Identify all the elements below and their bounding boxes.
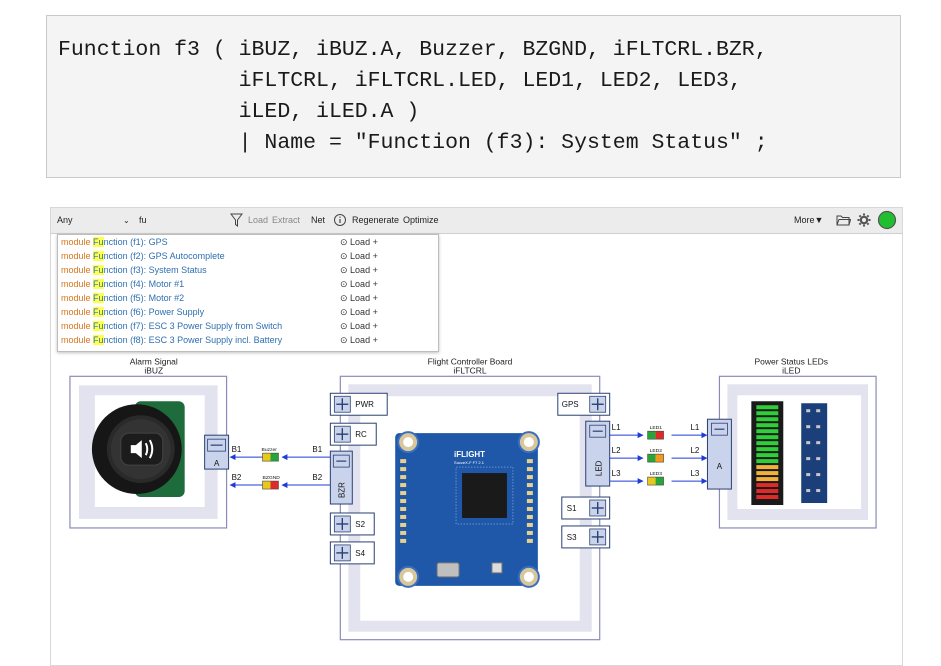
folder-icon[interactable] (836, 213, 851, 227)
load-plus-link[interactable]: ⊙ Load + (340, 237, 378, 248)
regenerate-button[interactable]: Regenerate (352, 215, 399, 225)
wire-led2[interactable]: L2 L2 LED2 (609, 446, 708, 463)
module-flight-controller[interactable]: Flight Controller Board iFLTCRL iFLIGHT … (329, 356, 611, 641)
load-button[interactable]: Load (248, 215, 268, 225)
port-label: A (717, 462, 723, 471)
wire-bzgnd[interactable]: B2 B2 BZGND (229, 473, 331, 490)
port-bzr[interactable]: BZR (329, 450, 353, 505)
status-indicator-icon[interactable] (877, 210, 897, 230)
module-id: iLED (782, 365, 800, 375)
gear-icon[interactable] (857, 213, 871, 227)
diagram-canvas[interactable]: Alarm Signal iBUZ A Flight Controller Bo… (51, 353, 902, 666)
optimize-button[interactable]: Optimize (403, 215, 439, 225)
svg-text:BZR: BZR (337, 482, 346, 498)
module-id: iFLTCRL (453, 365, 487, 375)
port-gps[interactable]: GPS (557, 392, 611, 416)
port-s2[interactable]: S2 (329, 512, 375, 536)
svg-text:iFLIGHT: iFLIGHT (454, 450, 485, 459)
svg-text:S1: S1 (567, 504, 577, 513)
wire-buzzer[interactable]: B1 B1 Buzzer (229, 445, 331, 462)
svg-text:B1: B1 (312, 445, 322, 454)
svg-text:B2: B2 (232, 473, 242, 482)
fc-board-image: iFLIGHT SucceX-F F7 2.1 (395, 431, 540, 588)
load-plus-link[interactable]: ⊙ Load + (340, 321, 378, 332)
svg-text:BZGND: BZGND (263, 475, 281, 481)
svg-text:L3: L3 (690, 469, 699, 478)
svg-text:B1: B1 (232, 445, 242, 454)
search-result-item[interactable]: module Function (f4): Motor #1 ⊙ Load + (61, 279, 435, 291)
search-result-item[interactable]: module Function (f8): ESC 3 Power Supply… (61, 335, 435, 347)
load-plus-link[interactable]: ⊙ Load + (340, 293, 378, 304)
svg-text:L3: L3 (612, 469, 621, 478)
type-filter-select[interactable]: Any (57, 215, 73, 225)
wire-led1[interactable]: L1 L1 LED1 (609, 423, 708, 440)
svg-text:PWR: PWR (355, 400, 374, 409)
load-plus-link[interactable]: ⊙ Load + (340, 251, 378, 262)
port-s3[interactable]: S3 (561, 525, 611, 549)
load-plus-link[interactable]: ⊙ Load + (340, 265, 378, 276)
load-plus-link[interactable]: ⊙ Load + (340, 335, 378, 346)
port-rc[interactable]: RC (329, 422, 377, 446)
svg-text:S2: S2 (355, 520, 365, 529)
module-alarm-signal[interactable]: Alarm Signal iBUZ A (69, 356, 230, 529)
search-result-item[interactable]: module Function (f7): ESC 3 Power Supply… (61, 321, 435, 333)
svg-text:LED2: LED2 (650, 448, 663, 454)
svg-text:S4: S4 (355, 549, 365, 558)
app-window: Any ⌄ fu Load Extract Net Regenerate Opt… (50, 207, 903, 666)
svg-text:B2: B2 (312, 473, 322, 482)
port-s1[interactable]: S1 (561, 496, 611, 520)
search-results-dropdown: module Function (f1): GPS ⊙ Load + modul… (57, 234, 439, 352)
search-result-item[interactable]: module Function (f6): Power Supply ⊙ Loa… (61, 307, 435, 319)
svg-text:LED3: LED3 (650, 471, 663, 477)
load-plus-link[interactable]: ⊙ Load + (340, 279, 378, 290)
module-power-status-leds[interactable]: Power Status LEDs iLED A (706, 356, 877, 529)
svg-text:RC: RC (355, 430, 367, 439)
toolbar: Any ⌄ fu Load Extract Net Regenerate Opt… (51, 208, 902, 234)
extract-button[interactable]: Extract (272, 215, 300, 225)
port-s4[interactable]: S4 (329, 541, 375, 565)
svg-text:L2: L2 (690, 446, 699, 455)
svg-text:L1: L1 (690, 423, 699, 432)
chevron-down-icon[interactable]: ⌄ (123, 216, 130, 225)
code-block: Function f3 ( iBUZ, iBUZ.A, Buzzer, BZGN… (46, 15, 901, 178)
code-line-4: | Name = "Function (f3): System Status" … (58, 131, 768, 155)
search-result-item[interactable]: module Function (f5): Motor #2 ⊙ Load + (61, 293, 435, 305)
svg-text:L2: L2 (612, 446, 621, 455)
wire-led3[interactable]: L3 L3 LED3 (609, 469, 708, 486)
svg-text:SucceX-F F7 2.1: SucceX-F F7 2.1 (454, 460, 485, 465)
port-pwr[interactable]: PWR (329, 392, 388, 416)
search-input[interactable]: fu (139, 215, 147, 225)
port-led[interactable]: LED (585, 420, 611, 487)
search-result-item[interactable]: module Function (f3): System Status ⊙ Lo… (61, 265, 435, 277)
module-id: iBUZ (144, 365, 163, 375)
filter-icon[interactable] (230, 213, 243, 227)
net-button[interactable]: Net (311, 215, 325, 225)
search-result-item[interactable]: module Function (f2): GPS Autocomplete ⊙… (61, 251, 435, 263)
code-line-2: iFLTCRL, iFLTCRL.LED, LED1, LED2, LED3, (58, 69, 742, 93)
svg-text:LED1: LED1 (650, 425, 663, 431)
search-result-item[interactable]: module Function (f1): GPS ⊙ Load + (61, 237, 435, 249)
info-icon[interactable] (333, 213, 347, 227)
port-label: A (214, 459, 220, 468)
code-text: Function f3 ( iBUZ, iBUZ.A, Buzzer, BZGN… (58, 35, 768, 159)
svg-text:S3: S3 (567, 533, 577, 542)
svg-text:Buzzer: Buzzer (262, 447, 278, 453)
code-line-3: iLED, iLED.A ) (58, 100, 420, 124)
more-menu-button[interactable]: More▼ (794, 215, 823, 225)
svg-text:GPS: GPS (562, 400, 579, 409)
svg-text:LED: LED (595, 460, 604, 476)
code-line-1: Function f3 ( iBUZ, iBUZ.A, Buzzer, BZGN… (58, 38, 768, 62)
svg-text:L1: L1 (612, 423, 621, 432)
load-plus-link[interactable]: ⊙ Load + (340, 307, 378, 318)
